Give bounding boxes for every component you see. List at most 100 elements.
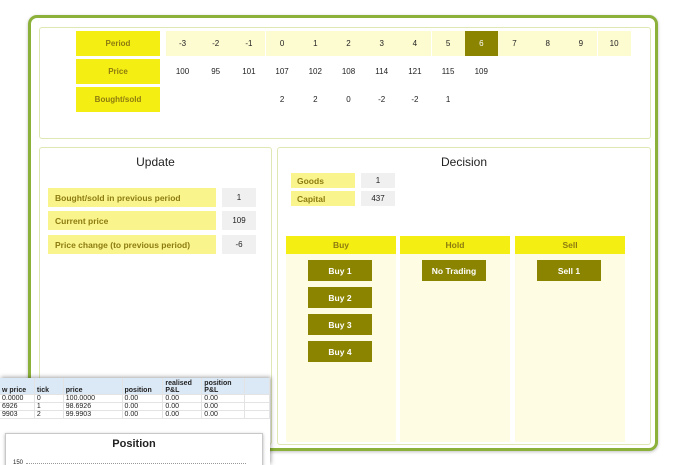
bought-sold-cell — [465, 87, 498, 112]
buy-2-button[interactable]: Buy 2 — [308, 287, 372, 308]
table-row: 6926 1 98.6926 0.00 0.00 0.00 — [0, 402, 270, 411]
price-cell: 121 — [408, 67, 422, 76]
period-cell: 9 — [564, 31, 598, 56]
table-cell: 98.6926 — [63, 402, 123, 411]
buy-column: Buy Buy 1 Buy 2 Buy 3 Buy 4 — [286, 236, 396, 442]
price-row-label: Price — [76, 59, 160, 84]
update-title: Update — [136, 155, 175, 169]
price-cell: 102 — [308, 67, 322, 76]
price-cell — [598, 59, 631, 84]
header-cell: position — [122, 378, 164, 395]
decision-panel: Decision Goods 1 Capital 437 Buy Buy 1 B… — [277, 147, 651, 445]
period-cell: -1 — [232, 31, 266, 56]
price-cell: 108 — [341, 67, 356, 76]
decision-title: Decision — [440, 155, 488, 169]
table-cell: 0.0000 — [0, 394, 35, 403]
gridline — [26, 463, 246, 464]
period-cell: 6 — [464, 31, 498, 56]
period-cell: 8 — [531, 31, 565, 56]
sell-header: Sell — [515, 236, 625, 254]
table-cell: 99.9903 — [63, 410, 123, 419]
bought-sold-cell — [498, 87, 531, 112]
buy-header: Buy — [286, 236, 396, 254]
table-cell: 0.00 — [122, 394, 164, 403]
position-chart[interactable]: Position 150 — [5, 433, 263, 465]
price-cell: 101 — [242, 67, 256, 76]
hold-column: Hold No Trading — [400, 236, 510, 442]
bought-sold-cell: -2 — [378, 95, 386, 104]
bought-sold-cell: 0 — [346, 95, 351, 104]
prev-bought-sold-value: 1 — [222, 188, 256, 207]
table-cell: 0.00 — [122, 410, 164, 419]
no-trading-button[interactable]: No Trading — [422, 260, 486, 281]
bought-sold-cell — [232, 87, 265, 112]
price-cell: 95 — [211, 67, 221, 76]
price-change-value: -6 — [222, 235, 256, 254]
header-cell: realised P&L — [162, 378, 203, 395]
buy-4-button[interactable]: Buy 4 — [308, 341, 372, 362]
price-cell — [564, 59, 597, 84]
header-cell: price — [63, 378, 123, 395]
bought-sold-cell: 2 — [279, 95, 285, 104]
period-cell: 1 — [298, 31, 332, 56]
capital-label: Capital — [291, 191, 355, 206]
period-table-panel: Period Price Bought/sold -3 -2 -1 0 1 2 3 4 5 6 7 8… — [39, 27, 651, 139]
goods-label: Goods — [291, 173, 355, 188]
table-cell: 0.00 — [162, 402, 203, 411]
bought-sold-cell — [166, 87, 199, 112]
bought-sold-cell: 1 — [445, 95, 451, 104]
price-cell: 114 — [375, 67, 389, 76]
sell-1-button[interactable]: Sell 1 — [537, 260, 601, 281]
sell-column: Sell Sell 1 — [515, 236, 625, 442]
goods-value: 1 — [361, 173, 395, 188]
period-cell: 2 — [332, 31, 365, 56]
period-cell: 4 — [398, 31, 432, 56]
table-cell: 6926 — [0, 402, 35, 411]
header-cell: position P&L — [201, 378, 246, 395]
table-cell: 2 — [34, 410, 64, 419]
table-cell — [244, 410, 270, 419]
header-cell: w price — [0, 378, 35, 395]
table-row: 0.0000 0 100.0000 0.00 0.00 0.00 — [0, 394, 270, 403]
table-cell: 0.00 — [162, 394, 203, 403]
table-cell: 9903 — [0, 410, 35, 419]
table-cell: 0 — [34, 394, 64, 403]
table-cell: 0.00 — [162, 410, 203, 419]
bought-sold-cell: 2 — [313, 95, 318, 104]
current-price-label: Current price — [48, 211, 216, 230]
bought-sold-cell — [564, 87, 597, 112]
spreadsheet-header-row: w price tick price position realised P&L… — [0, 378, 270, 395]
table-cell: 0.00 — [122, 402, 164, 411]
period-cell: 5 — [431, 31, 465, 56]
table-cell: 100.0000 — [63, 394, 123, 403]
price-cell — [498, 59, 531, 84]
spreadsheet-window[interactable]: w price tick price position realised P&L… — [0, 378, 270, 465]
hold-header: Hold — [400, 236, 510, 254]
table-cell: 0.00 — [201, 402, 246, 411]
table-cell: 0.00 — [201, 410, 246, 419]
period-cell: -2 — [199, 31, 233, 56]
header-cell — [244, 378, 270, 395]
spreadsheet-grid: w price tick price position realised P&L… — [0, 378, 270, 419]
price-cell — [531, 59, 564, 84]
period-cell: 3 — [365, 31, 399, 56]
chart-title: Position — [112, 438, 156, 450]
bought-sold-cell — [531, 87, 564, 112]
period-cell: 10 — [597, 31, 631, 56]
buy-1-button[interactable]: Buy 1 — [308, 260, 372, 281]
current-price-value: 109 — [222, 211, 256, 230]
bought-sold-row-label: Bought/sold — [76, 87, 160, 112]
table-cell — [244, 394, 270, 403]
y-tick-label: 150 — [13, 460, 24, 465]
header-cell: tick — [34, 378, 64, 395]
bought-sold-cell — [199, 87, 232, 112]
buy-3-button[interactable]: Buy 3 — [308, 314, 372, 335]
price-cell: 107 — [275, 67, 289, 76]
price-cell: 109 — [474, 67, 488, 76]
table-cell: 0.00 — [201, 394, 246, 403]
period-row-label: Period — [76, 31, 160, 56]
bought-sold-cell — [598, 87, 631, 112]
price-change-label: Price change (to previous period) — [48, 235, 216, 254]
table-row: 9903 2 99.9903 0.00 0.00 0.00 — [0, 410, 270, 419]
capital-value: 437 — [361, 191, 395, 206]
